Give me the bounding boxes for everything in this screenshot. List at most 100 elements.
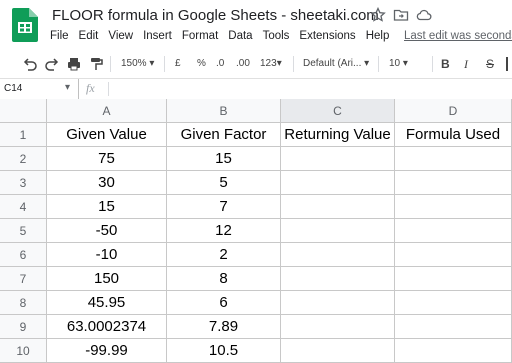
cell-d5[interactable]: [395, 219, 512, 243]
cell-b8[interactable]: 6: [167, 291, 281, 315]
row-header[interactable]: 9: [0, 315, 47, 339]
cell-a4[interactable]: 15: [47, 195, 167, 219]
last-edit-link[interactable]: Last edit was seconds: [404, 30, 512, 42]
row-header[interactable]: 6: [0, 243, 47, 267]
bold-button[interactable]: B: [441, 56, 450, 72]
cell-d7[interactable]: [395, 267, 512, 291]
cell-a5[interactable]: -50: [47, 219, 167, 243]
toolbar-divider: [164, 56, 165, 72]
cell-a3[interactable]: 30: [47, 171, 167, 195]
column-header-c[interactable]: C: [281, 99, 395, 123]
font-select[interactable]: Default (Ari... ▾: [303, 56, 369, 72]
chevron-down-icon: ▾: [146, 58, 155, 69]
menu-tools[interactable]: Tools: [263, 30, 290, 42]
chevron-down-icon: ▾: [276, 58, 282, 69]
cell-a10[interactable]: -99.99: [47, 339, 167, 363]
cell-a2[interactable]: 75: [47, 147, 167, 171]
cell-c6[interactable]: [281, 243, 395, 267]
document-title[interactable]: FLOOR formula in Google Sheets - sheetak…: [52, 7, 379, 24]
cell-a9[interactable]: 63.0002374: [47, 315, 167, 339]
cell-b4[interactable]: 7: [167, 195, 281, 219]
cell-c9[interactable]: [281, 315, 395, 339]
cell-c5[interactable]: [281, 219, 395, 243]
column-header-a[interactable]: A: [47, 99, 167, 123]
row-header[interactable]: 2: [0, 147, 47, 171]
menu-view[interactable]: View: [108, 30, 133, 42]
text-color-icon[interactable]: [506, 57, 508, 71]
cell-c7[interactable]: [281, 267, 395, 291]
font-size-select[interactable]: 10 ▾: [389, 56, 408, 72]
decrease-decimal-button[interactable]: .0: [216, 56, 224, 72]
cell-d2[interactable]: [395, 147, 512, 171]
cell-c1[interactable]: Returning Value: [281, 123, 395, 147]
cell-b9[interactable]: 7.89: [167, 315, 281, 339]
sheets-logo-icon[interactable]: [12, 8, 38, 42]
row-header[interactable]: 5: [0, 219, 47, 243]
function-icon: fx: [86, 81, 95, 95]
cell-c4[interactable]: [281, 195, 395, 219]
cell-d3[interactable]: [395, 171, 512, 195]
cell-d10[interactable]: [395, 339, 512, 363]
redo-icon[interactable]: [44, 56, 60, 72]
menu-file[interactable]: File: [50, 30, 69, 42]
row-header[interactable]: 7: [0, 267, 47, 291]
name-box-value: C14: [4, 83, 23, 94]
cell-b3[interactable]: 5: [167, 171, 281, 195]
move-folder-icon[interactable]: [393, 7, 409, 23]
toolbar-divider: [378, 56, 379, 72]
cell-b2[interactable]: 15: [167, 147, 281, 171]
cell-b6[interactable]: 2: [167, 243, 281, 267]
cell-d8[interactable]: [395, 291, 512, 315]
cell-a8[interactable]: 45.95: [47, 291, 167, 315]
currency-button[interactable]: £: [175, 56, 181, 72]
cell-a1[interactable]: Given Value: [47, 123, 167, 147]
row-header[interactable]: 4: [0, 195, 47, 219]
menu-edit[interactable]: Edit: [79, 30, 99, 42]
print-icon[interactable]: [66, 56, 82, 72]
column-header-d[interactable]: D: [395, 99, 512, 123]
cloud-status-icon[interactable]: [416, 7, 432, 23]
select-all-corner[interactable]: [0, 99, 47, 123]
formula-input[interactable]: [114, 83, 504, 97]
toolbar-divider: [432, 56, 433, 72]
menu-help[interactable]: Help: [366, 30, 390, 42]
chevron-down-icon: ▾: [400, 58, 408, 69]
cell-b1[interactable]: Given Factor: [167, 123, 281, 147]
cell-d1[interactable]: Formula Used: [395, 123, 512, 147]
strikethrough-button[interactable]: S: [486, 56, 494, 72]
cell-b5[interactable]: 12: [167, 219, 281, 243]
menu-extensions[interactable]: Extensions: [299, 30, 355, 42]
name-box[interactable]: C14 ▾: [0, 79, 79, 99]
row-header[interactable]: 3: [0, 171, 47, 195]
row-header[interactable]: 10: [0, 339, 47, 363]
row-header[interactable]: 1: [0, 123, 47, 147]
column-header-b[interactable]: B: [167, 99, 281, 123]
cell-d4[interactable]: [395, 195, 512, 219]
toolbar-divider: [293, 56, 294, 72]
percent-button[interactable]: %: [197, 56, 206, 72]
increase-decimal-button[interactable]: .00: [236, 56, 250, 72]
cell-c3[interactable]: [281, 171, 395, 195]
cell-d6[interactable]: [395, 243, 512, 267]
menu-insert[interactable]: Insert: [143, 30, 172, 42]
paint-format-icon[interactable]: [88, 56, 104, 72]
cell-c2[interactable]: [281, 147, 395, 171]
undo-icon[interactable]: [22, 56, 38, 72]
menu-data[interactable]: Data: [228, 30, 252, 42]
font-size-value: 10: [389, 58, 401, 69]
cell-c8[interactable]: [281, 291, 395, 315]
cell-c10[interactable]: [281, 339, 395, 363]
more-formats-button[interactable]: 123▾: [260, 56, 282, 72]
star-icon[interactable]: [370, 7, 386, 23]
cell-d9[interactable]: [395, 315, 512, 339]
row-header[interactable]: 8: [0, 291, 47, 315]
cell-a7[interactable]: 150: [47, 267, 167, 291]
italic-button[interactable]: I: [464, 56, 468, 72]
menu-format[interactable]: Format: [182, 30, 218, 42]
chevron-down-icon: ▾: [65, 82, 71, 93]
toolbar-divider: [110, 56, 111, 72]
cell-b7[interactable]: 8: [167, 267, 281, 291]
zoom-select[interactable]: 150% ▾: [121, 56, 154, 72]
cell-b10[interactable]: 10.5: [167, 339, 281, 363]
cell-a6[interactable]: -10: [47, 243, 167, 267]
